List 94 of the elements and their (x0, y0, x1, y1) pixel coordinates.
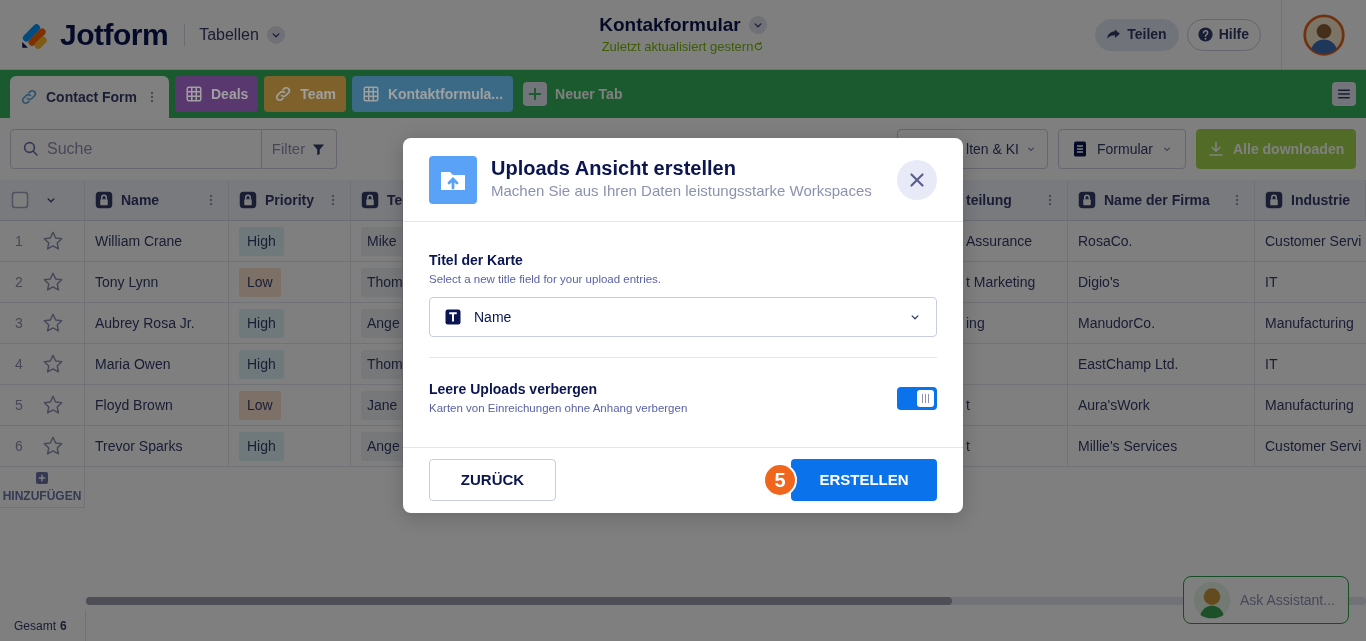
grid-icon (185, 85, 203, 103)
toggle-label: Leere Uploads verbergen (429, 380, 599, 400)
text-field-icon (444, 308, 462, 327)
priority-tag: High (239, 308, 284, 338)
star-icon[interactable] (42, 271, 64, 293)
table-cell-text: William Crane (95, 231, 183, 251)
document-title[interactable]: Kontakformular (599, 14, 767, 37)
tab[interactable]: Kontaktformula... (351, 76, 514, 112)
help-button[interactable]: Hilfe (1186, 18, 1261, 51)
refresh-icon (753, 40, 765, 52)
table-cell-text: Floyd Brown (95, 395, 173, 415)
priority-tag: Low (239, 267, 281, 297)
table-cell-text: t (966, 395, 970, 415)
table-cell-text: t Marketing (966, 272, 1036, 292)
team-tag: Ange (361, 308, 402, 338)
table-cell-text: Assurance (966, 231, 1033, 251)
row-number: 4 (14, 354, 24, 374)
select-all-checkbox[interactable] (10, 190, 30, 210)
star-icon[interactable] (42, 230, 64, 252)
download-icon (1207, 140, 1225, 158)
total-count: Gesamt 6 (0, 610, 86, 641)
create-button[interactable]: ERSTELLEN (791, 459, 937, 501)
column-header[interactable]: Name (121, 189, 160, 211)
row-number: 6 (14, 436, 24, 456)
table-cell-text: Aubrey Rosa Jr. (95, 313, 195, 333)
table-cell-text: Manufacturing (1265, 395, 1354, 415)
priority-tag: Low (239, 390, 281, 420)
title-field-select[interactable]: Name (429, 297, 937, 338)
assistant-icon (1192, 580, 1232, 620)
tab[interactable]: Team (264, 76, 346, 112)
app-logo: Jotform (60, 17, 169, 53)
table-cell-text: Manufacturing (1265, 313, 1354, 333)
table-cell-text: Digio's (1078, 272, 1120, 292)
star-icon[interactable] (42, 435, 64, 457)
table-cell-text: IT (1265, 272, 1278, 292)
close-button[interactable] (897, 159, 937, 200)
team-tag: Ange (361, 431, 402, 461)
step-badge: 5 (763, 463, 797, 497)
search-field[interactable]: Suche (10, 129, 262, 169)
folder-upload-icon (429, 155, 477, 204)
field-label: Titel der Karte (429, 251, 524, 270)
table-cell-text: t (966, 436, 970, 456)
row-number: 2 (14, 272, 24, 292)
form-dropdown[interactable]: Formular (1058, 129, 1186, 169)
form-icon (1071, 140, 1089, 158)
filter-button[interactable]: Filter (262, 129, 337, 169)
update-status: Zuletzt aktualisiert gestern (601, 37, 754, 56)
row-number: 3 (14, 313, 24, 333)
table-cell-text: Maria Owen (95, 354, 171, 374)
row-number: 1 (14, 231, 24, 251)
search-icon (22, 140, 40, 158)
share-button[interactable]: Teilen (1095, 18, 1179, 51)
star-icon[interactable] (42, 312, 64, 334)
team-tag: Jane (361, 390, 402, 420)
menu-button[interactable] (1332, 82, 1356, 106)
table-cell-text: Aura'sWork (1078, 395, 1150, 415)
help-icon (1196, 26, 1214, 43)
table-cell-text: Trevor Sparks (95, 436, 183, 456)
column-header[interactable]: Te (387, 189, 402, 211)
table-cell-text: ing (966, 313, 985, 333)
grid-icon (361, 85, 380, 103)
table-cell-text: ManudorCo. (1078, 313, 1156, 333)
team-tag: Mike (361, 226, 402, 256)
link-icon (274, 85, 293, 103)
toggle-switch[interactable] (897, 386, 937, 410)
table-cell-text: Millie's Services (1078, 436, 1178, 456)
section-dropdown[interactable]: Tabellen (199, 22, 285, 47)
team-tag: Thom (361, 349, 402, 379)
table-cell-text: Customer Servi (1265, 436, 1362, 456)
add-row-button[interactable]: HINZUFÜGEN (0, 467, 85, 508)
star-icon[interactable] (42, 394, 64, 416)
toggle-help: Karten von Einreichungen ohne Anhang verbergen (429, 401, 688, 417)
grip-icon (921, 392, 930, 404)
priority-tag: High (239, 226, 284, 256)
table-cell-text: IT (1265, 354, 1278, 374)
tab[interactable]: Contact Form (10, 76, 169, 118)
table-cell-text: EastChamp Ltd. (1078, 354, 1179, 374)
priority-tag: High (239, 349, 284, 379)
table-cell-text: Customer Servi (1265, 231, 1362, 251)
avatar-icon[interactable] (1302, 12, 1346, 57)
dialog-subtitle: Machen Sie aus Ihren Daten leistungsstarke Workspaces (491, 181, 872, 202)
new-tab-button[interactable]: Neuer Tab (519, 82, 627, 106)
assistant-button[interactable]: Ask Assistant... (1183, 576, 1349, 624)
priority-tag: High (239, 431, 284, 461)
dialog-title: Uploads Ansicht erstellen (491, 156, 737, 181)
table-cell-text: Tony Lynn (95, 272, 159, 292)
row-number: 5 (14, 395, 24, 415)
star-icon[interactable] (42, 353, 64, 375)
back-button[interactable]: ZURÜCK (429, 459, 556, 501)
tab[interactable]: Deals (175, 76, 259, 112)
plus-icon (34, 469, 50, 486)
field-help: Select a new title field for your upload entries. (429, 272, 663, 287)
team-tag: Thom (361, 267, 402, 297)
table-cell-text: RosaCo. (1078, 231, 1133, 251)
